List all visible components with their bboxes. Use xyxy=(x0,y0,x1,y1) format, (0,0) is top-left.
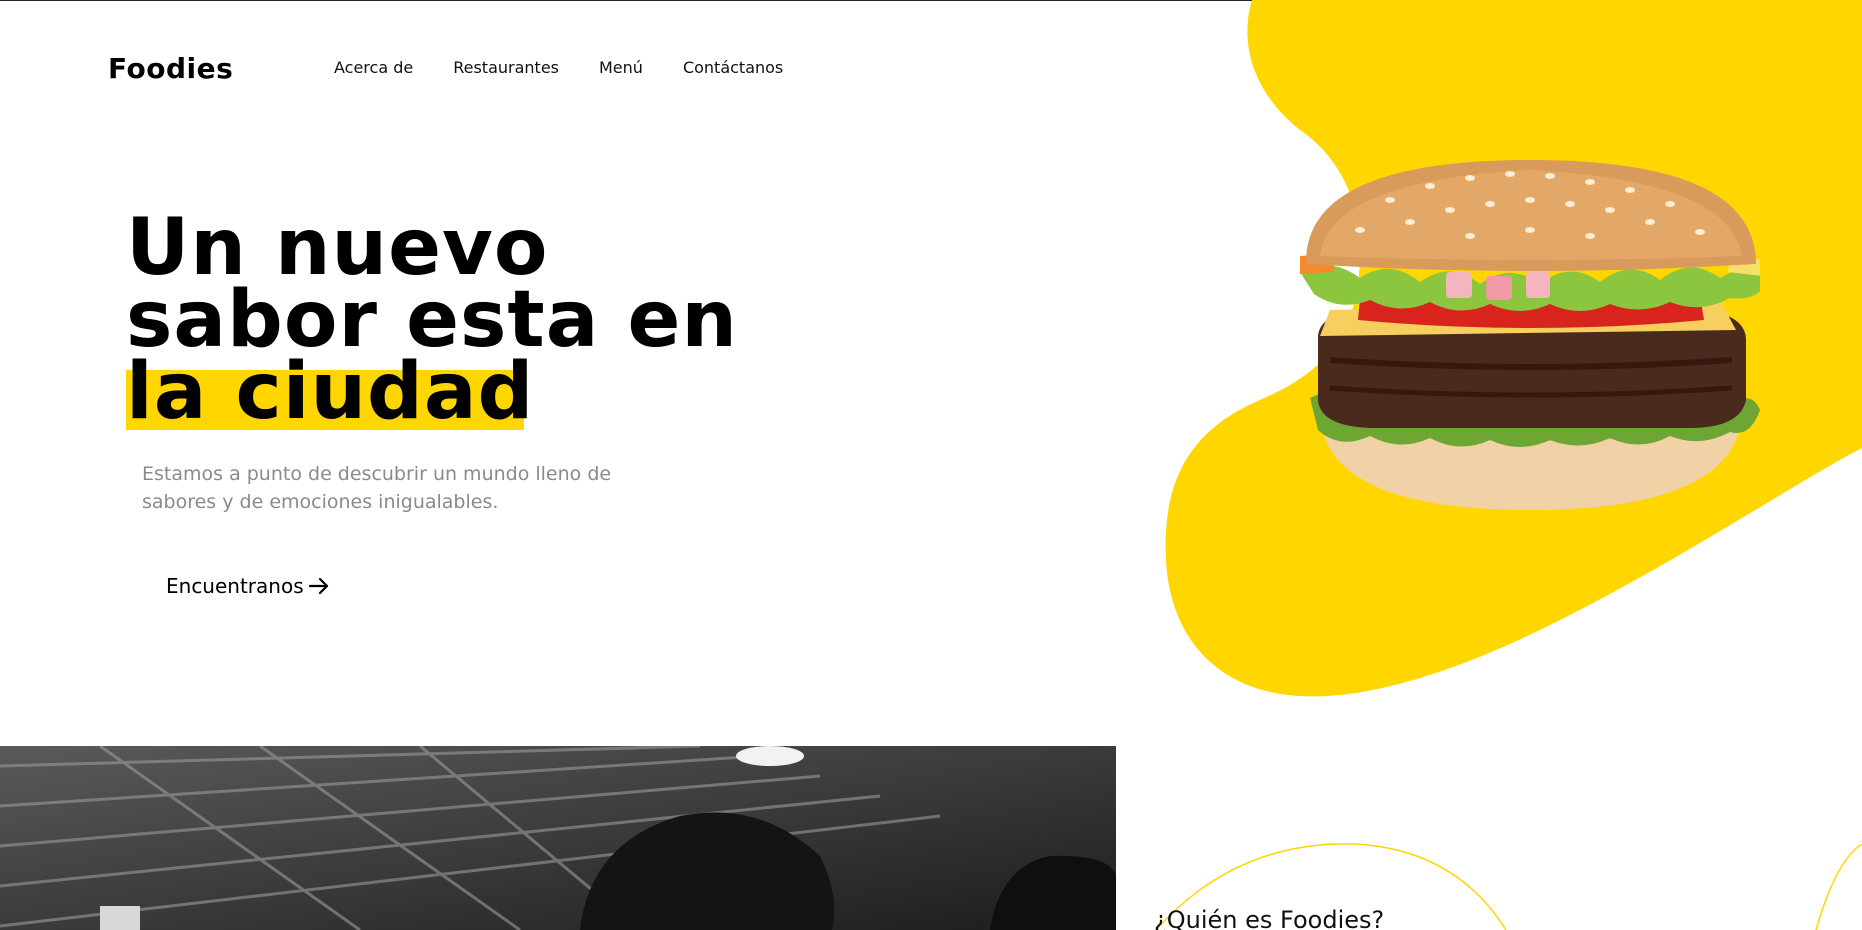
main-nav: Acerca de Restaurantes Menú Contáctanos xyxy=(334,58,783,77)
nav-item-menu[interactable]: Menú xyxy=(599,58,643,77)
hero-title: Un nuevo sabor esta en la ciudad xyxy=(126,203,738,437)
find-us-button[interactable]: Encuentranos xyxy=(166,574,330,598)
hero-subtitle: Estamos a punto de descubrir un mundo ll… xyxy=(142,463,612,513)
hero-title-line-2: sabor esta en xyxy=(126,275,738,365)
hero-title-highlight: la ciudad xyxy=(126,347,535,437)
restaurant-photo xyxy=(0,746,1116,930)
landing-page: Foodies Acerca de Restaurantes Menú Cont… xyxy=(0,0,1862,930)
hero-title-line-1: Un nuevo xyxy=(126,203,549,293)
nav-item-restaurantes[interactable]: Restaurantes xyxy=(453,58,559,77)
nav-item-contactanos[interactable]: Contáctanos xyxy=(683,58,783,77)
about-section-title: ¿Quién es Foodies? xyxy=(1154,906,1385,930)
brand-logo[interactable]: Foodies xyxy=(108,52,233,85)
nav-item-acerca[interactable]: Acerca de xyxy=(334,58,413,77)
find-us-label: Encuentranos xyxy=(166,574,304,598)
arrow-right-icon xyxy=(308,577,328,595)
burger-image xyxy=(1300,160,1760,510)
